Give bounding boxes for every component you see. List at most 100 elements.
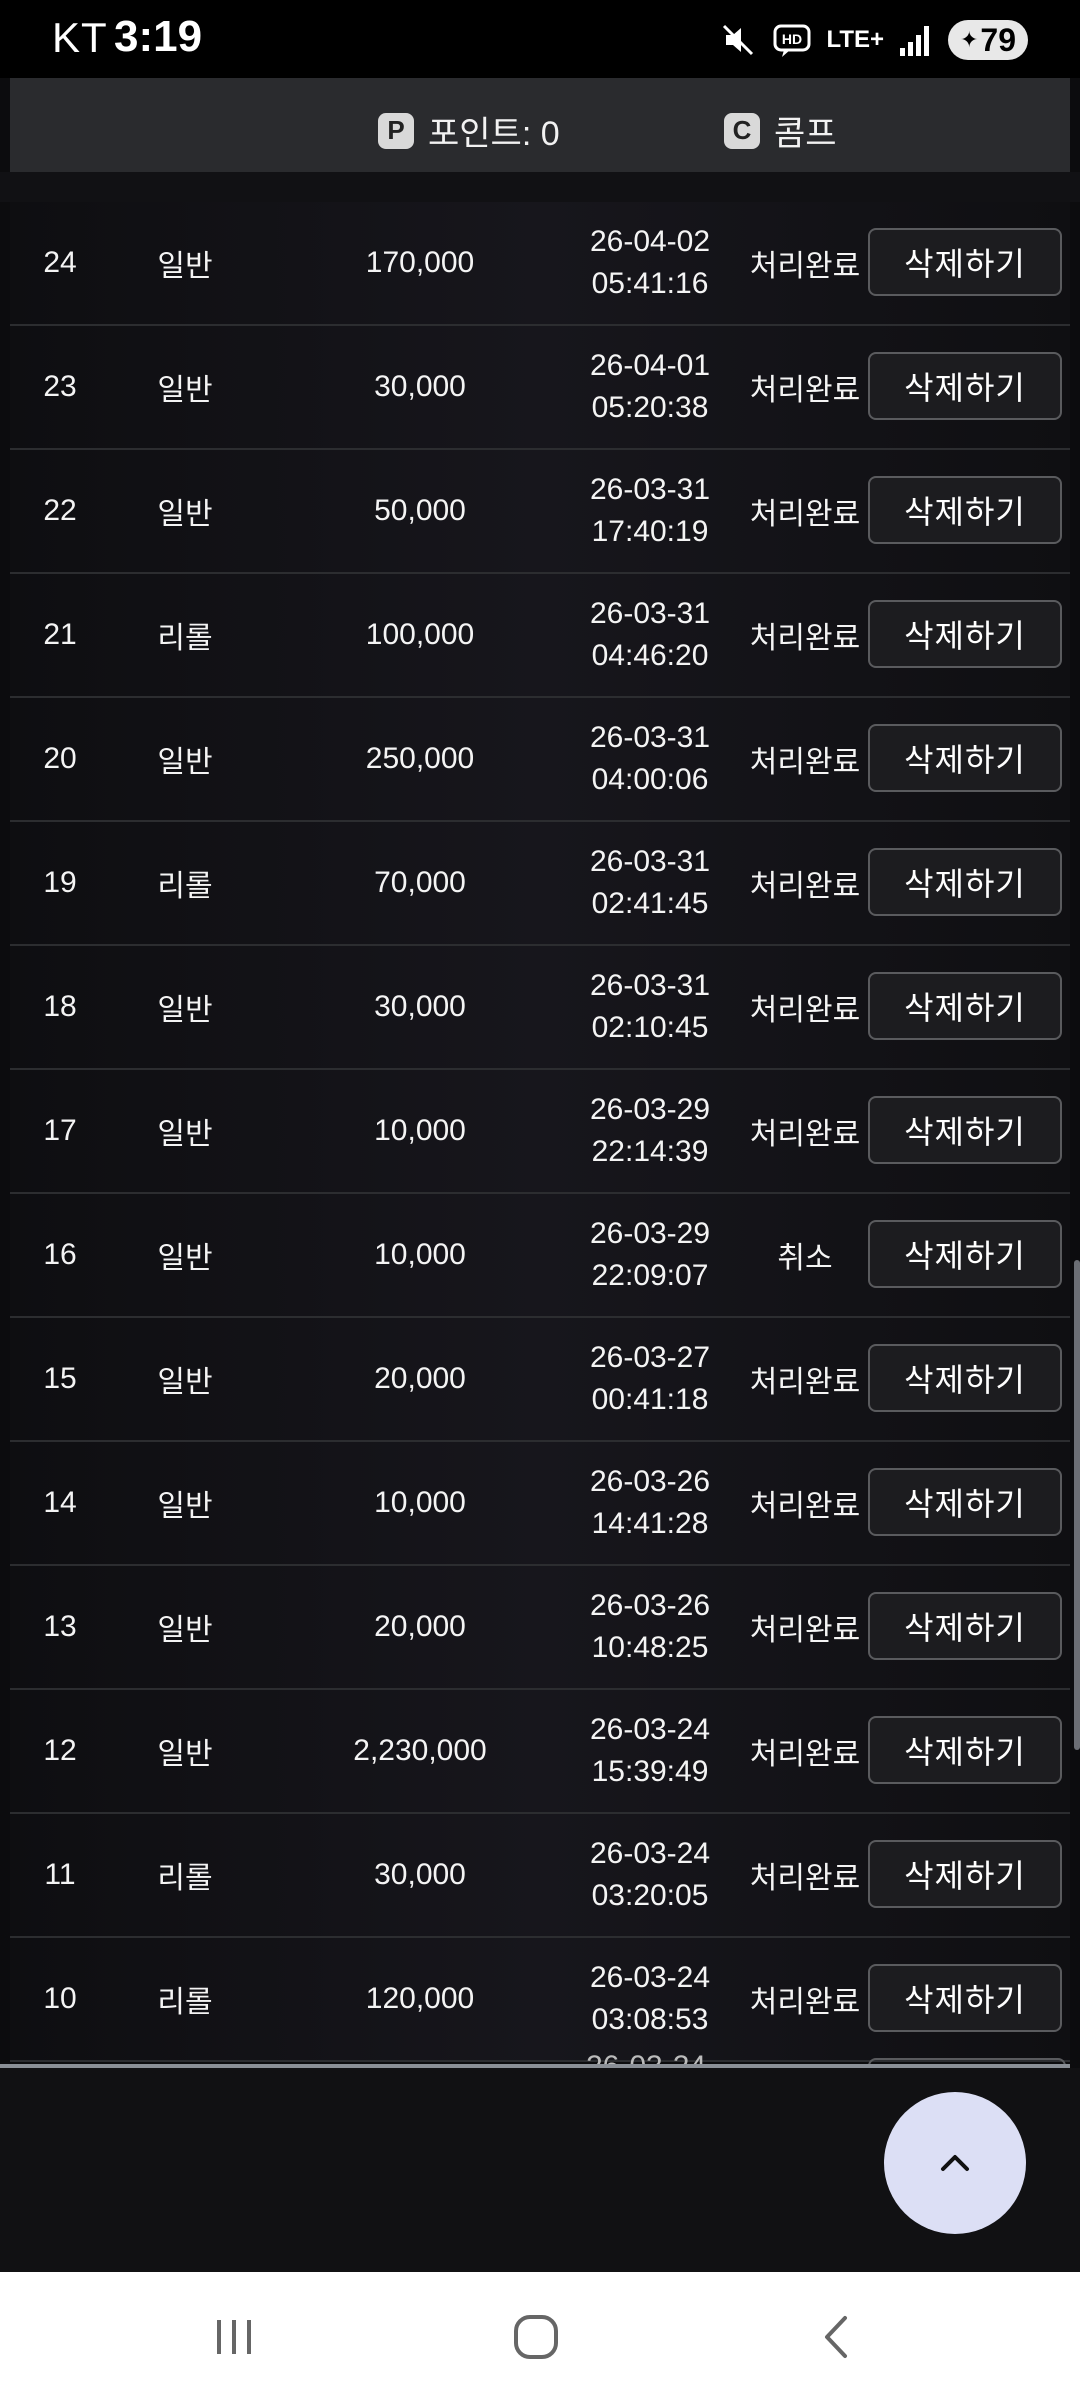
row-time: 05:20:38: [591, 391, 709, 424]
points-icon: P: [378, 112, 414, 149]
home-button[interactable]: [476, 2302, 596, 2372]
row-status: 처리완료: [749, 1490, 861, 1523]
delete-button[interactable]: 삭제하기: [868, 972, 1062, 1040]
row-type: 일반: [157, 1490, 213, 1523]
scrollbar[interactable]: [1074, 1260, 1080, 1750]
status-icons: HD LTE+ ✦ 79: [718, 14, 1028, 66]
recent-apps-icon: [217, 2320, 251, 2354]
delete-button[interactable]: 삭제하기: [868, 1716, 1062, 1784]
row-time: 14:41:28: [591, 1507, 709, 1540]
delete-button[interactable]: 삭제하기: [868, 1964, 1062, 2032]
table-row: 16 일반 10,000 26-03-29 22:09:07 취소 삭제하기: [10, 1194, 1070, 1318]
row-date: 26-03-31: [589, 845, 711, 878]
chevron-up-icon: [941, 2155, 969, 2171]
hd-voice-icon: HD: [772, 20, 812, 60]
row-amount: 10,000: [374, 1114, 466, 1147]
back-icon: [825, 2316, 847, 2358]
row-datetime: 26-03-31 04:46:20: [550, 574, 750, 696]
delete-button[interactable]: 삭제하기: [868, 228, 1062, 296]
row-date: 26-03-26: [589, 1465, 711, 1498]
row-datetime: 26-03-24 03:20:05: [550, 1814, 750, 1936]
table-row: 19 리롤 70,000 26-03-31 02:41:45 처리완료 삭제하기: [10, 822, 1070, 946]
table-row: 20 일반 250,000 26-03-31 04:00:06 처리완료 삭제하…: [10, 698, 1070, 822]
row-status: 처리완료: [749, 746, 861, 779]
lte-icon: LTE+: [826, 26, 884, 54]
table-row: 15 일반 20,000 26-03-27 00:41:18 처리완료 삭제하기: [10, 1318, 1070, 1442]
row-datetime: 26-03-31 17:40:19: [550, 450, 750, 572]
row-datetime: 26-03-31 04:00:06: [550, 698, 750, 820]
delete-button[interactable]: 삭제하기: [868, 352, 1062, 420]
row-type: 일반: [157, 250, 213, 283]
row-number: 18: [43, 990, 77, 1023]
points-label: 포인트: 0: [428, 115, 560, 153]
row-status: 처리완료: [749, 250, 861, 283]
row-number: 14: [43, 1486, 77, 1519]
row-date: 26-03-31: [589, 597, 711, 630]
delete-button[interactable]: 삭제하기: [868, 1592, 1062, 1660]
row-number: 13: [43, 1610, 77, 1643]
row-time: 22:14:39: [591, 1135, 709, 1168]
row-number: 12: [43, 1734, 77, 1767]
header-divider: [0, 172, 1080, 202]
row-status: 취소: [777, 1242, 833, 1275]
row-date: 26-03-26: [589, 1589, 711, 1622]
network-label: LTE+: [826, 26, 884, 53]
recent-apps-button[interactable]: [174, 2302, 294, 2372]
row-time: 22:09:07: [591, 1259, 709, 1292]
row-date: 26-03-31: [589, 721, 711, 754]
scroll-top-button[interactable]: [884, 2092, 1026, 2234]
comp-icon: C: [724, 112, 760, 149]
row-number: 17: [43, 1114, 77, 1147]
mute-icon: [718, 20, 758, 60]
delete-button[interactable]: 삭제하기: [868, 848, 1062, 916]
row-status: 처리완료: [749, 622, 861, 655]
row-type: 일반: [157, 1614, 213, 1647]
row-date: 26-03-24: [589, 1713, 711, 1746]
battery-level: 79: [980, 21, 1017, 58]
row-type: 일반: [157, 746, 213, 779]
row-status: 처리완료: [749, 1366, 861, 1399]
row-status: 처리완료: [749, 1738, 861, 1771]
row-datetime: 26-03-26 10:48:25: [550, 1566, 750, 1688]
screen: KT 3:19 HD LTE+ ✦ 79 P 포인트: 0 C 콤프 24 일반…: [0, 0, 1080, 2400]
status-bar: KT 3:19 HD LTE+ ✦ 79: [0, 0, 1080, 78]
table-row-partial: 26-03-24: [10, 2036, 1070, 2066]
row-type: 리롤: [157, 1862, 213, 1895]
row-datetime: 26-03-29 22:14:39: [550, 1070, 750, 1192]
clock: 3:19: [114, 12, 203, 61]
row-amount: 10,000: [374, 1238, 466, 1271]
delete-button[interactable]: 삭제하기: [868, 600, 1062, 668]
row-amount: 250,000: [365, 742, 475, 775]
row-status: 처리완료: [749, 1614, 861, 1647]
points-display: P 포인트: 0: [378, 106, 560, 155]
row-datetime: 26-03-31 02:10:45: [550, 946, 750, 1068]
row-amount: 50,000: [374, 494, 466, 527]
back-button[interactable]: [778, 2302, 898, 2372]
battery-saver-icon: ✦: [959, 27, 979, 52]
delete-button[interactable]: 삭제하기: [868, 1840, 1062, 1908]
delete-button[interactable]: 삭제하기: [868, 1220, 1062, 1288]
delete-button[interactable]: 삭제하기: [868, 1344, 1062, 1412]
delete-button[interactable]: 삭제하기: [868, 1468, 1062, 1536]
row-number: 19: [43, 866, 77, 899]
battery-indicator: ✦ 79: [948, 20, 1028, 60]
row-amount: 70,000: [374, 866, 466, 899]
row-time: 04:00:06: [591, 763, 709, 796]
row-date: 26-03-29: [589, 1093, 711, 1126]
row-datetime: 26-03-26 14:41:28: [550, 1442, 750, 1564]
carrier-label: KT: [52, 14, 108, 61]
row-status: 처리완료: [749, 374, 861, 407]
row-date: 26-03-24: [589, 1961, 711, 1994]
row-number: 11: [44, 1858, 76, 1891]
delete-button[interactable]: 삭제하기: [868, 1096, 1062, 1164]
row-time: 03:20:05: [591, 1879, 709, 1912]
comp-display: C 콤프: [724, 106, 837, 155]
row-date: 26-03-31: [589, 969, 711, 1002]
delete-button[interactable]: 삭제하기: [868, 476, 1062, 544]
row-type: 리롤: [157, 622, 213, 655]
table-row: 13 일반 20,000 26-03-26 10:48:25 처리완료 삭제하기: [10, 1566, 1070, 1690]
delete-button[interactable]: 삭제하기: [868, 724, 1062, 792]
row-amount: 100,000: [365, 618, 475, 651]
row-type: 일반: [157, 374, 213, 407]
table-row: 18 일반 30,000 26-03-31 02:10:45 처리완료 삭제하기: [10, 946, 1070, 1070]
